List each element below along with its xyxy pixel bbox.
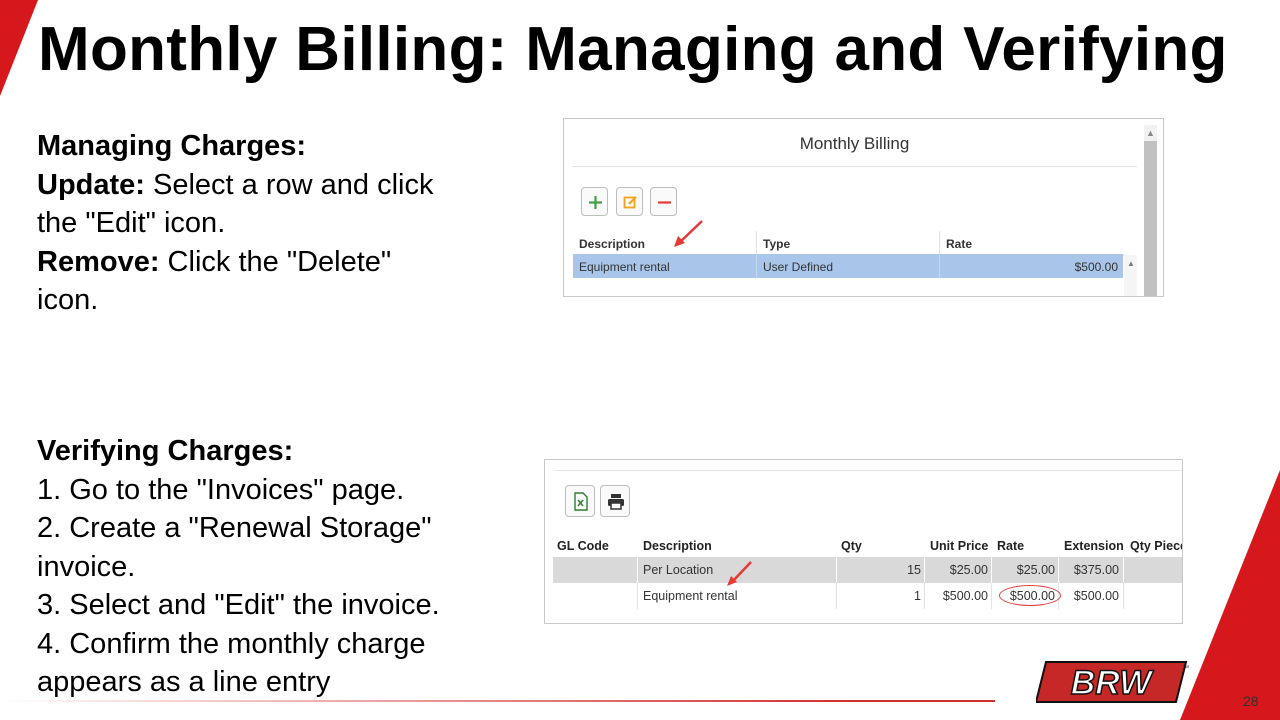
edit-icon <box>623 196 637 209</box>
export-excel-button[interactable] <box>565 485 595 517</box>
update-instruction: Update: Select a row and click the "Edit… <box>37 166 437 243</box>
minus-icon <box>658 201 671 204</box>
row-extension: $375.00 <box>1073 563 1119 577</box>
col-qty[interactable]: Qty <box>841 539 862 553</box>
row-description: Equipment rental <box>643 589 738 603</box>
step-1: 1. Go to the "Invoices" page. <box>37 473 405 506</box>
footer-divider <box>0 700 995 702</box>
col-qty-piece[interactable]: Qty Piece <box>1130 539 1182 553</box>
add-button[interactable] <box>581 187 608 216</box>
monthly-billing-title: Monthly Billing <box>572 119 1137 167</box>
col-description[interactable]: Description <box>643 539 712 553</box>
red-corner-decoration-top <box>0 0 38 96</box>
table-row[interactable]: Equipment rental User Defined $500.00 <box>573 254 1123 278</box>
print-icon <box>608 494 624 510</box>
row-rate: $25.00 <box>1016 563 1055 577</box>
monthly-billing-panel: Monthly Billing ▲ Description Type Rate … <box>563 118 1164 297</box>
arrow-icon <box>727 561 752 586</box>
highlight-circle <box>999 585 1061 606</box>
row-description: Equipment rental <box>579 260 670 274</box>
slide-title: Monthly Billing: Managing and Verifying <box>38 15 1228 84</box>
step-2: 2. Create a "Renewal Storage" invoice. <box>37 512 432 583</box>
grid-scrollbar[interactable]: ▲ <box>1124 255 1137 296</box>
col-gl-code[interactable]: GL Code <box>557 539 609 553</box>
arrow-icon <box>674 220 703 247</box>
slide-number: 28 <box>1243 693 1259 709</box>
plus-icon <box>589 196 602 209</box>
svg-text:BRW: BRW <box>1071 664 1154 702</box>
remove-label: Remove: <box>37 245 160 278</box>
scroll-up-icon[interactable]: ▲ <box>1146 129 1155 138</box>
managing-heading: Managing Charges: <box>37 130 307 162</box>
row-qty: 15 <box>907 563 921 577</box>
remove-instruction: Remove: Click the "Delete" icon. <box>37 243 437 320</box>
row-qty: 1 <box>914 589 921 603</box>
row-type: User Defined <box>763 260 834 274</box>
print-button[interactable] <box>600 485 630 517</box>
verifying-charges-text: Verifying Charges: 1. Go to the "Invoice… <box>37 432 497 702</box>
billing-grid-header: Description Type Rate <box>573 231 1136 256</box>
managing-charges-text: Managing Charges: Update: Select a row a… <box>37 127 437 320</box>
edit-button[interactable] <box>616 187 643 216</box>
step-3: 3. Select and "Edit" the invoice. <box>37 589 440 621</box>
verifying-heading: Verifying Charges: <box>37 435 294 467</box>
row-extension: $500.00 <box>1073 589 1119 603</box>
row-unit-price: $500.00 <box>942 589 988 603</box>
red-corner-decoration-bottom <box>1180 470 1280 720</box>
step-4: 4. Confirm the monthly charge appears as… <box>37 627 426 699</box>
delete-button[interactable] <box>650 187 677 216</box>
invoice-lines-panel: GL Code Description Qty Unit Price Rate … <box>544 459 1183 624</box>
col-rate[interactable]: Rate <box>997 539 1024 553</box>
col-type[interactable]: Type <box>763 237 790 251</box>
col-unit-price[interactable]: Unit Price <box>930 539 988 553</box>
excel-export-icon <box>574 492 588 511</box>
svg-text:™: ™ <box>1182 665 1189 672</box>
table-row[interactable]: Per Location 15 $25.00 $25.00 $375.00 <box>553 557 1182 583</box>
invoice-grid-header: GL Code Description Qty Unit Price Rate … <box>553 534 1182 559</box>
scroll-up-icon[interactable]: ▲ <box>1127 259 1135 268</box>
col-description[interactable]: Description <box>579 237 645 251</box>
row-rate: $500.00 <box>1074 260 1118 274</box>
table-row[interactable]: Equipment rental 1 $500.00 $500.00 $500.… <box>553 583 1182 609</box>
row-description: Per Location <box>643 563 714 577</box>
row-unit-price: $25.00 <box>949 563 988 577</box>
scrollbar-thumb[interactable] <box>1144 141 1157 296</box>
col-rate[interactable]: Rate <box>946 237 972 251</box>
brw-logo: BRW ™ <box>1036 661 1189 703</box>
update-label: Update: <box>37 168 145 201</box>
col-extension[interactable]: Extension <box>1064 539 1124 553</box>
panel-scrollbar[interactable]: ▲ <box>1144 125 1157 296</box>
